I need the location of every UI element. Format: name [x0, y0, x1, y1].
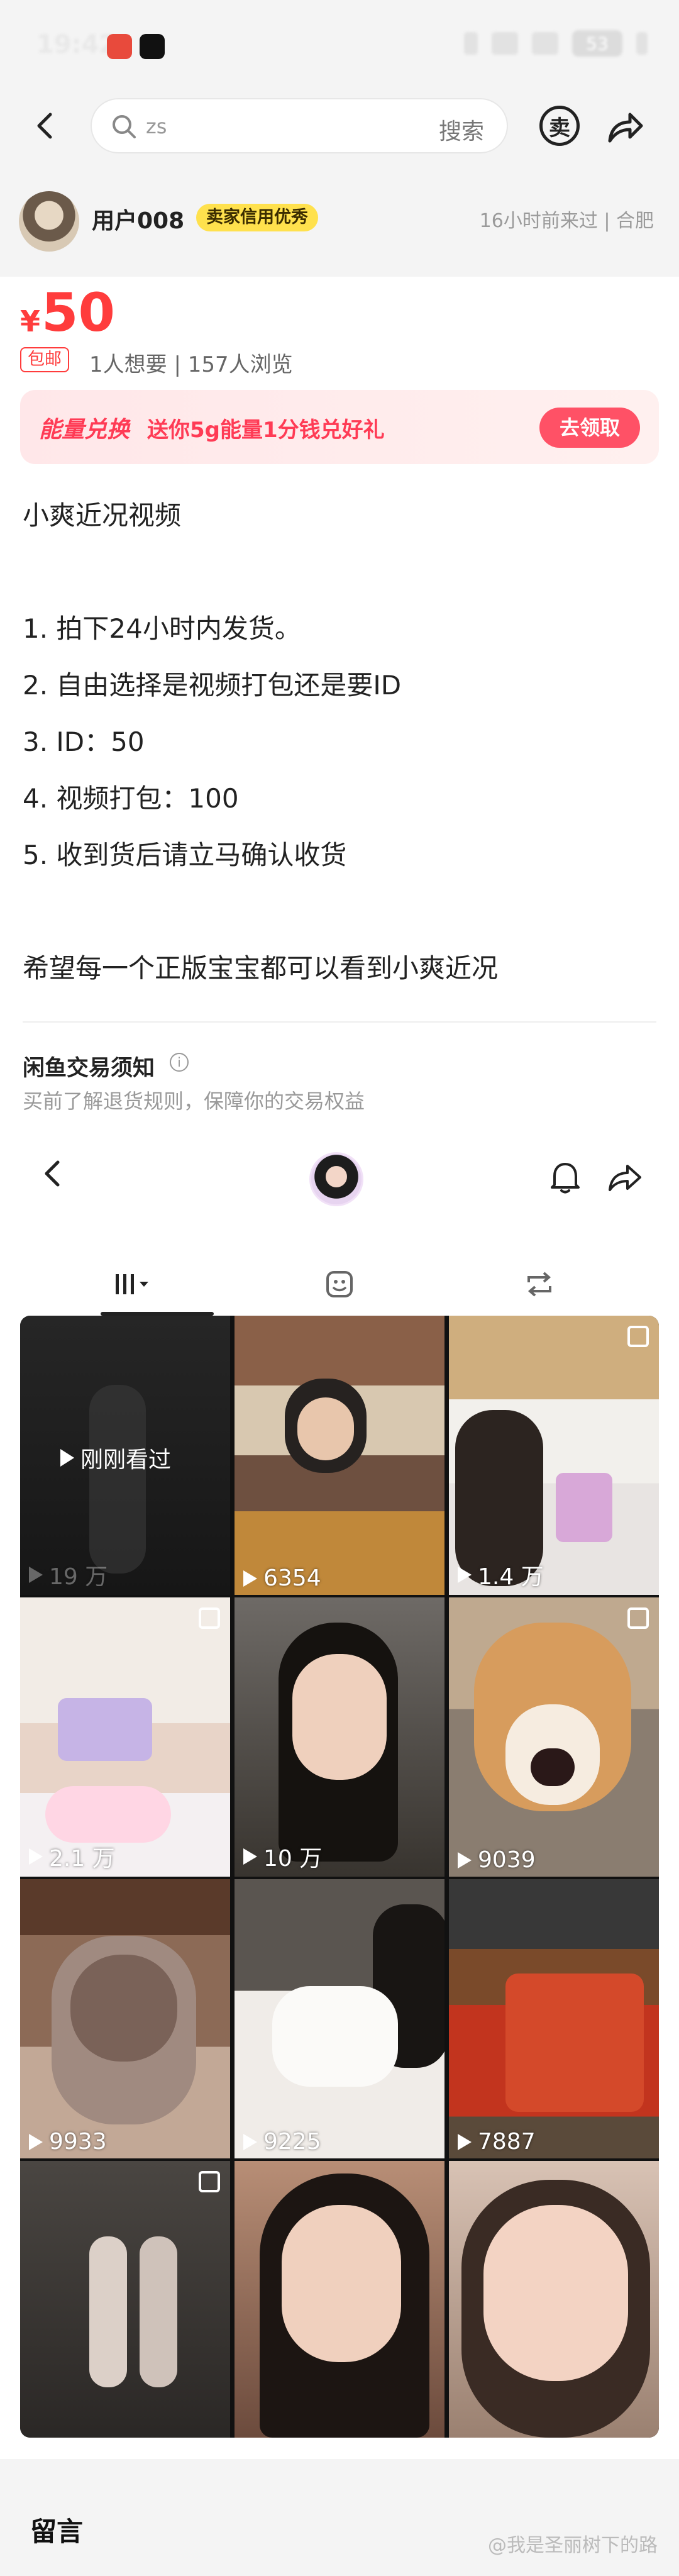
- video-thumbnail: 2.1 万: [20, 1597, 230, 1877]
- view-count: 9039: [458, 1847, 536, 1873]
- sell-icon[interactable]: 卖: [539, 106, 580, 146]
- view-count: 19 万: [29, 1558, 108, 1591]
- view-count: 1.4 万: [458, 1558, 544, 1591]
- repost-icon: [514, 1264, 565, 1304]
- view-count: 6354: [243, 1565, 321, 1591]
- video-thumbnail: 10 万: [235, 1597, 444, 1877]
- battery-indicator: 53: [572, 30, 622, 57]
- promo-claim-button[interactable]: 去领取: [539, 408, 640, 448]
- trade-notice-title: 闲鱼交易须知: [23, 1056, 155, 1081]
- view-count: 7887: [458, 2129, 536, 2155]
- multi-image-icon: [199, 1607, 220, 1629]
- description-line: 4. 视频打包：100: [23, 783, 239, 814]
- status-bar: 19:42 53: [0, 0, 679, 88]
- description-line: 希望每一个正版宝宝都可以看到小爽近况: [23, 953, 499, 984]
- comments-section: 留言 @我是圣丽树下的路: [0, 2459, 679, 2576]
- credit-badge: 卖家信用优秀: [196, 204, 318, 231]
- description-line: 5. 收到货后请立马确认收货: [23, 840, 347, 870]
- listing-stats: 1人想要 | 157人浏览: [89, 352, 293, 377]
- charging-icon: [636, 32, 648, 55]
- video-thumbnail: 7887: [449, 1879, 659, 2158]
- weibo-app-icon: [107, 34, 132, 59]
- video-thumbnail: 6354: [235, 1316, 444, 1595]
- wifi-icon: [492, 32, 518, 55]
- multi-image-icon: [627, 1326, 649, 1347]
- signal-icon: [532, 32, 558, 55]
- section-divider: [23, 1021, 656, 1023]
- tiktok-app-icon: [140, 34, 165, 59]
- multi-image-icon: [627, 1607, 649, 1629]
- video-grid: 刚刚看过 19 万 6354 1.4 万 2.1 万 10 万 9039 993…: [20, 1316, 659, 2438]
- top-nav: zs 搜索 卖: [0, 88, 679, 164]
- search-button[interactable]: 搜索: [439, 113, 484, 146]
- energy-promo-banner[interactable]: 能量兑换 送你5g能量1分钱兑好礼 去领取: [20, 390, 659, 464]
- search-input[interactable]: zs: [146, 114, 167, 138]
- works-grid-icon: [112, 1264, 162, 1304]
- free-shipping-badge: 包邮: [20, 347, 69, 372]
- video-thumbnail: 9225: [235, 1879, 444, 2158]
- comments-title: 留言: [30, 2516, 84, 2547]
- search-icon: [113, 115, 136, 138]
- view-count: 9225: [243, 2129, 321, 2155]
- trade-notice-subtitle: 买前了解退货规则，保障你的交易权益: [23, 1089, 365, 1113]
- video-thumbnail: [449, 2161, 659, 2438]
- view-count: 9933: [29, 2129, 107, 2155]
- description-line: 3. ID：50: [23, 726, 145, 757]
- promo-text: 送你5g能量1分钱兑好礼: [147, 418, 385, 443]
- seller-avatar[interactable]: [19, 191, 79, 252]
- status-icons: 53: [464, 30, 648, 57]
- recently-watched-label: 刚刚看过: [60, 1441, 171, 1474]
- sticker-icon: [314, 1264, 365, 1304]
- video-thumbnail: 刚刚看过 19 万: [20, 1316, 230, 1595]
- video-thumbnail: 1.4 万: [449, 1316, 659, 1595]
- price-currency: ¥: [20, 304, 41, 338]
- video-thumbnail: [20, 2161, 230, 2438]
- promo-title: 能量兑换: [39, 417, 130, 443]
- description-title: 小爽近况视频: [23, 500, 182, 531]
- multi-image-icon: [199, 2171, 220, 2192]
- share-icon[interactable]: [605, 107, 645, 147]
- embedded-back-icon: [45, 1160, 60, 1187]
- seller-name[interactable]: 用户008: [92, 203, 184, 235]
- embedded-profile-avatar: [309, 1152, 363, 1206]
- view-count: 2.1 万: [29, 1840, 115, 1873]
- bell-icon: [551, 1163, 580, 1194]
- seller-last-seen: 16小时前来过 | 合肥: [479, 210, 654, 232]
- status-time: 19:42: [36, 30, 117, 59]
- watermark: @我是圣丽树下的路: [488, 2534, 658, 2557]
- video-thumbnail: [235, 2161, 444, 2438]
- info-icon[interactable]: i: [170, 1053, 189, 1072]
- bluetooth-icon: [464, 32, 478, 55]
- embedded-share-icon: [609, 1165, 641, 1191]
- seller-row[interactable]: 用户008 卖家信用优秀 16小时前来过 | 合肥: [0, 164, 679, 277]
- video-thumbnail: 9039: [449, 1597, 659, 1877]
- description-line: 1. 拍下24小时内发货。: [23, 613, 301, 644]
- video-thumbnail: 9933: [20, 1879, 230, 2158]
- view-count: 10 万: [243, 1840, 322, 1873]
- back-icon[interactable]: [30, 111, 60, 141]
- description-line: 2. 自由选择是视频打包还是要ID: [23, 670, 402, 701]
- search-bar[interactable]: zs 搜索: [91, 98, 508, 153]
- price-value: 50: [41, 282, 115, 343]
